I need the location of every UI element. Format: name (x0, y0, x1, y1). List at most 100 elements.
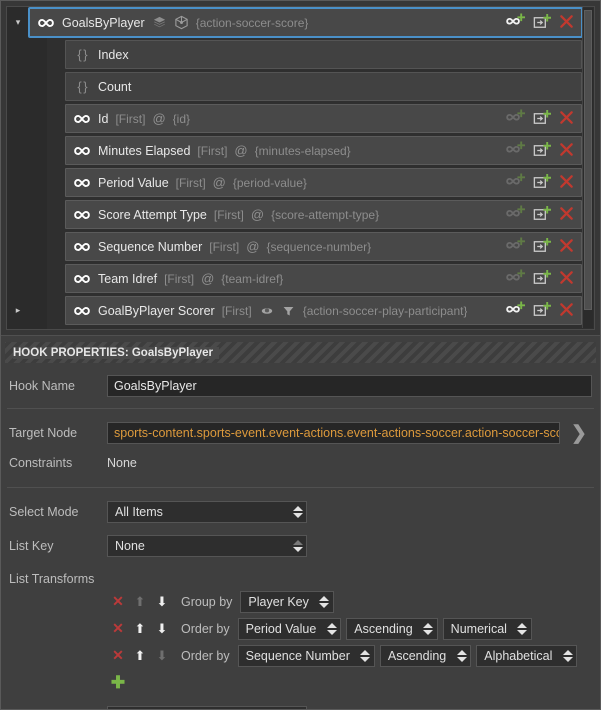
add-link-icon[interactable] (506, 301, 525, 320)
transform-option-dropdown[interactable]: Sequence Number (237, 644, 375, 667)
spinner-arrows-icon[interactable] (360, 648, 371, 664)
tree-row-body[interactable]: GoalsByPlayer {action-soccer-score} (28, 7, 583, 38)
collapse-triangle-icon[interactable]: ▾ (7, 18, 29, 27)
move-transform-down-button[interactable]: ⬇ (151, 621, 173, 637)
add-node-icon[interactable] (532, 205, 551, 224)
tree-row[interactable]: { } Count (7, 72, 582, 101)
move-transform-up-button[interactable]: ⬆ (129, 648, 151, 664)
hook-properties-title: HOOK PROPERTIES: GoalsByPlayer (13, 346, 220, 359)
move-transform-up-button: ⬆ (134, 593, 146, 609)
tree-row-body[interactable]: Period Value [First] @ {period-value} (65, 168, 582, 197)
remove-transform-button[interactable]: ✕ (107, 647, 129, 664)
tree-row[interactable]: ▾ GoalsByPlayer {action-soccer-score} (7, 7, 583, 38)
search-type-dropdown[interactable]: None (107, 706, 307, 710)
transform-option-dropdown[interactable]: Player Key (240, 590, 334, 613)
transform-option-dropdown[interactable]: Alphabetical (476, 644, 578, 667)
remove-transform-button[interactable]: ✕ (107, 620, 129, 637)
delete-icon[interactable] (558, 141, 577, 160)
spinner-arrows-icon[interactable] (456, 648, 467, 664)
tree-row-body[interactable]: { } Count (65, 72, 582, 101)
list-transform-row: ✕ ⬆ ⬇ Group by Player Key (1, 588, 600, 615)
transform-option-dropdown[interactable]: Ascending (346, 617, 438, 640)
tree-row-qualifier: [First] (175, 175, 206, 190)
delete-icon[interactable] (558, 301, 577, 320)
spinner-arrows-icon[interactable] (292, 538, 303, 554)
delete-icon[interactable] (558, 269, 577, 288)
tree-row-body[interactable]: { } Index (65, 40, 582, 69)
link-infinity-icon (74, 239, 90, 255)
delete-icon[interactable] (558, 205, 577, 224)
hook-tree-viewport: ▾ GoalsByPlayer {action-soccer-score} { } In… (6, 6, 595, 330)
delete-icon[interactable] (558, 13, 577, 32)
add-link-icon[interactable] (506, 141, 525, 160)
add-node-icon[interactable] (532, 237, 551, 256)
add-node-icon[interactable] (532, 109, 551, 128)
spinner-arrows-icon[interactable] (292, 504, 303, 520)
tree-row-body[interactable]: Score Attempt Type [First] @ {score-attempt… (65, 200, 582, 229)
tree-row[interactable]: Sequence Number [First] @ {sequence-number} (7, 232, 582, 261)
tree-row-body[interactable]: Minutes Elapsed [First] @ {minutes-elapsed} (65, 136, 582, 165)
add-link-icon[interactable] (506, 237, 525, 256)
constraints-value: None (107, 456, 137, 470)
tree-row-path: {action-soccer-score} (195, 15, 309, 30)
tree-row-body[interactable]: Team Idref [First] @ {team-idref} (65, 264, 582, 293)
spinner-arrows-icon[interactable] (326, 621, 337, 637)
select-mode-dropdown[interactable]: All Items (107, 501, 307, 523)
tree-row-label: Team Idref (98, 271, 158, 286)
add-link-icon[interactable] (506, 109, 525, 128)
tree-row-actions (500, 301, 577, 320)
add-transform-row: ✚ (1, 669, 600, 696)
spinner-arrows-icon[interactable] (517, 621, 528, 637)
tree-row-body[interactable]: Sequence Number [First] @ {sequence-number} (65, 232, 582, 261)
attribute-marker: @ (250, 207, 265, 222)
delete-icon[interactable] (558, 109, 577, 128)
attribute-marker: @ (234, 143, 248, 158)
scrollbar-thumb[interactable] (584, 10, 592, 310)
tree-row[interactable]: Id [First] @ {id} (7, 104, 582, 133)
hook-name-row: Hook Name GoalsByPlayer (1, 371, 600, 401)
add-node-icon[interactable] (532, 173, 551, 192)
remove-transform-button[interactable]: ✕ (107, 593, 129, 610)
tree-row[interactable]: Period Value [First] @ {period-value} (7, 168, 582, 197)
tree-row-body[interactable]: Id [First] @ {id} (65, 104, 582, 133)
transform-option-dropdown[interactable]: Ascending (379, 644, 472, 667)
tree-row-actions (500, 13, 577, 32)
add-link-icon[interactable] (506, 269, 525, 288)
spinner-arrows-icon[interactable] (423, 621, 434, 637)
spinner-arrows-icon[interactable] (319, 594, 330, 610)
add-node-icon[interactable] (532, 301, 551, 320)
attribute-marker: @ (246, 239, 260, 254)
tree-row-body[interactable]: GoalByPlayer Scorer [First] {action-soccer… (65, 296, 582, 325)
add-transform-button[interactable]: ✚ (107, 673, 129, 693)
target-node-chevron-right-icon[interactable]: ❯ (566, 421, 592, 445)
tree-row-actions (500, 173, 577, 192)
add-link-icon[interactable] (506, 205, 525, 224)
add-link-icon[interactable] (506, 173, 525, 192)
target-node-input[interactable]: sports-content.sports-event.event-action… (107, 422, 560, 444)
add-link-icon[interactable] (506, 13, 525, 32)
tree-vertical-scrollbar[interactable] (582, 8, 593, 328)
tree-row[interactable]: { } Index (7, 40, 582, 69)
delete-icon[interactable] (558, 173, 577, 192)
add-node-icon[interactable] (532, 269, 551, 288)
delete-icon[interactable] (558, 237, 577, 256)
move-transform-down-button[interactable]: ⬇ (151, 594, 173, 610)
transform-option-dropdown[interactable]: Period Value (237, 617, 342, 640)
target-node-label: Target Node (9, 426, 78, 440)
tree-row[interactable]: ▸ GoalByPlayer Scorer [First] {action-socce… (7, 296, 582, 325)
tree-row-qualifier: [First] (115, 111, 146, 126)
transform-option-dropdown[interactable]: Numerical (442, 617, 532, 640)
attribute-marker: @ (152, 111, 166, 126)
add-node-icon[interactable] (532, 13, 551, 32)
tree-row[interactable]: Minutes Elapsed [First] @ {minutes-elapsed} (7, 136, 582, 165)
tree-row[interactable]: Score Attempt Type [First] @ {score-attempt… (7, 200, 582, 229)
spinner-arrows-icon[interactable] (562, 648, 573, 664)
list-transform-row: ✕ ⬆ ⬇ Order by Period Value Ascending Numerica… (1, 615, 600, 642)
move-transform-up-button[interactable]: ⬆ (129, 621, 151, 637)
hook-name-input[interactable]: GoalsByPlayer (107, 375, 592, 397)
tree-row[interactable]: Team Idref [First] @ {team-idref} (7, 264, 582, 293)
expand-triangle-icon[interactable]: ▸ (7, 306, 29, 315)
add-node-icon[interactable] (532, 141, 551, 160)
list-key-dropdown[interactable]: None (107, 535, 307, 557)
select-mode-label: Select Mode (9, 505, 79, 519)
